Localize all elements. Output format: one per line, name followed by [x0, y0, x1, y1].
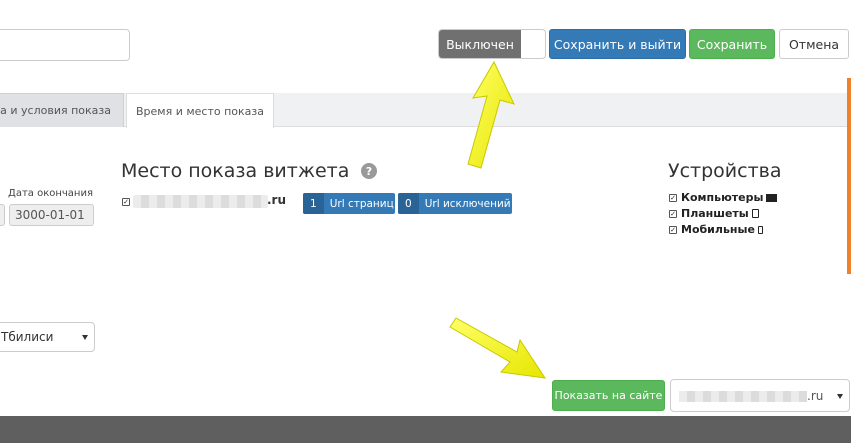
show-on-site-button[interactable]: Показать на сайте — [552, 380, 665, 411]
cancel-button[interactable]: Отмена — [779, 29, 849, 59]
caret-down-icon — [82, 335, 88, 340]
site-domain-suffix: .ru — [267, 193, 287, 207]
status-toggle-label: Выключен — [439, 30, 521, 58]
annotation-arrow-down-right — [449, 317, 547, 379]
url-exclusions-label: Url исключений — [424, 197, 511, 210]
save-button[interactable]: Сохранить — [689, 29, 775, 59]
accent-strip — [847, 78, 851, 274]
site-select[interactable]: .ru — [670, 379, 850, 412]
caret-down-icon — [837, 394, 843, 399]
phone-icon — [757, 225, 763, 234]
footer-bar — [0, 416, 851, 443]
url-pages-count: 1 — [303, 193, 324, 214]
start-date-input[interactable] — [0, 204, 5, 226]
place-section-title: Место показа витжета — [121, 160, 350, 182]
device-tablets[interactable]: ✓ Планшеты — [669, 207, 759, 220]
device-computers-checkbox[interactable]: ✓ — [669, 193, 677, 202]
device-mobile-label: Мобильные — [681, 223, 755, 236]
site-name-blurred — [133, 195, 268, 208]
tab-display-conditions[interactable]: та и условия показа — [0, 93, 124, 127]
device-mobile-checkbox[interactable]: ✓ — [669, 225, 677, 234]
url-pages-button[interactable]: 1 Url страниц — [303, 193, 395, 214]
tablet-icon — [751, 209, 759, 218]
site-checkbox[interactable]: ✓ — [122, 198, 130, 206]
timezone-select[interactable]: Тбилиси — [0, 322, 95, 352]
timezone-value: Тбилиси — [1, 330, 54, 344]
devices-title: Устройства — [668, 160, 782, 182]
end-date-label: Дата окончания — [8, 188, 93, 199]
save-and-exit-button[interactable]: Сохранить и выйти — [549, 29, 686, 59]
device-computers-label: Компьютеры — [681, 191, 764, 204]
annotation-arrows — [449, 60, 547, 379]
url-exclusions-button[interactable]: 0 Url исключений — [398, 193, 512, 214]
device-tablets-checkbox[interactable]: ✓ — [669, 209, 677, 218]
status-toggle[interactable]: Выключен — [438, 29, 546, 59]
help-icon[interactable]: ? — [361, 163, 377, 179]
site-select-blurred — [679, 391, 807, 402]
device-mobile[interactable]: ✓ Мобильные — [669, 223, 763, 236]
tab-time-and-place[interactable]: Время и место показа — [126, 93, 274, 128]
device-tablets-label: Планшеты — [681, 207, 749, 220]
site-select-suffix: .ru — [807, 389, 824, 403]
url-exclusions-count: 0 — [398, 193, 419, 214]
monitor-icon — [766, 193, 778, 202]
end-date-input[interactable]: 3000-01-01 — [9, 204, 94, 226]
device-computers[interactable]: ✓ Компьютеры — [669, 191, 778, 204]
widget-name-input[interactable] — [0, 29, 130, 61]
url-pages-label: Url страниц — [329, 197, 394, 210]
